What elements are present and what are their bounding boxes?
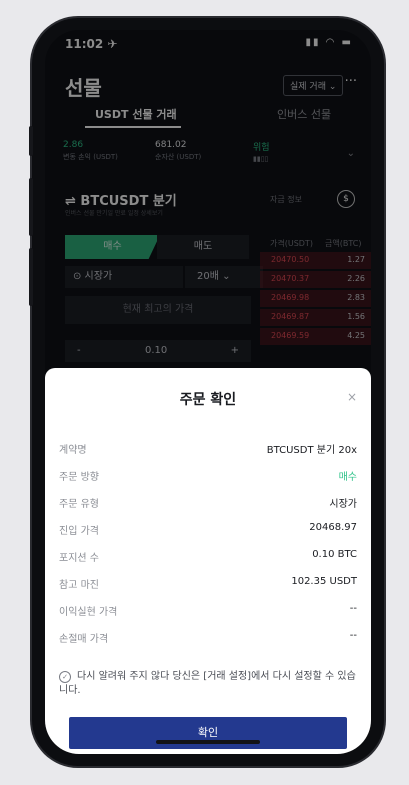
home-indicator (156, 740, 260, 744)
dont-show-again-option[interactable]: ✓ 다시 알려워 주지 않다 당신은 [거래 설정]에서 다시 설정할 수 있습니… (59, 670, 359, 698)
silent-switch (29, 126, 33, 156)
dialog-title: 주문 확인 (179, 392, 237, 408)
detail-value: 0.10 BTC (312, 549, 357, 560)
detail-label: 주문 방향 (59, 472, 99, 483)
dont-show-again-label: 다시 알려워 주지 않다 당신은 [거래 설정]에서 다시 설정할 수 있습니다… (59, 671, 356, 696)
detail-label: 계약명 (59, 445, 87, 456)
close-icon[interactable]: × (347, 390, 357, 404)
detail-value: 시장가 (329, 499, 357, 510)
detail-value: -- (349, 630, 357, 641)
detail-label: 포지션 수 (59, 553, 99, 564)
checkbox-icon[interactable]: ✓ (59, 671, 71, 683)
volume-down-button (29, 248, 33, 306)
detail-value: 20468.97 (309, 522, 357, 533)
detail-label: 손절매 가격 (59, 634, 109, 645)
detail-label: 이익실현 가격 (59, 607, 118, 618)
detail-value: 매수 (338, 472, 357, 483)
volume-up-button (29, 178, 33, 236)
detail-value: -- (349, 603, 357, 614)
detail-label: 참고 마진 (59, 580, 99, 591)
detail-label: 진입 가격 (59, 526, 99, 537)
order-confirm-dialog: 주문 확인 × 계약명 BTCUSDT 분기 20x 주문 방향 매수 주문 유… (45, 368, 371, 754)
confirm-button[interactable]: 확인 (69, 717, 347, 749)
detail-value: BTCUSDT 분기 20x (266, 445, 357, 456)
detail-label: 주문 유형 (59, 499, 99, 510)
detail-value: 102.35 USDT (291, 576, 357, 587)
app-screen: 11:02 ✈ ▮▮ ◠ ▬ 선물 실제 거래 ⌄ ··· USDT 선물 거래… (45, 30, 371, 754)
